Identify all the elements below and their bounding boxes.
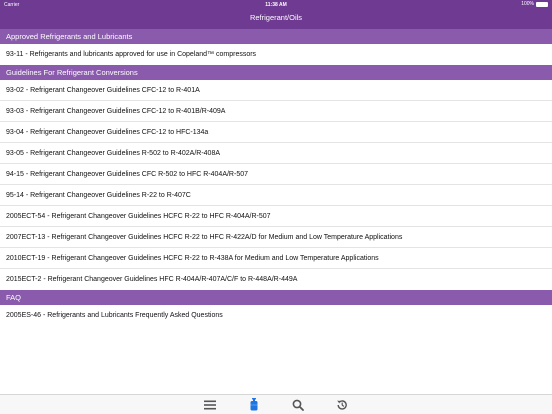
tab-search[interactable] <box>276 395 320 414</box>
list-item[interactable]: 93-11 - Refrigerants and lubricants appr… <box>0 44 552 65</box>
list-item[interactable]: 95-14 - Refrigerant Changeover Guideline… <box>0 185 552 206</box>
list-item[interactable]: 2005ECT-54 - Refrigerant Changeover Guid… <box>0 206 552 227</box>
navigation-bar: Carrier 11:38 AM 100% Refrigerant/Oils <box>0 0 552 29</box>
list-item[interactable]: 2015ECT-2 - Refrigerant Changeover Guide… <box>0 269 552 290</box>
battery-percent: 100% <box>521 1 534 7</box>
list-item[interactable]: 2005ES-46 - Refrigerants and Lubricants … <box>0 305 552 326</box>
list-item[interactable]: 93-02 - Refrigerant Changeover Guideline… <box>0 80 552 101</box>
list-item[interactable]: 93-05 - Refrigerant Changeover Guideline… <box>0 143 552 164</box>
tab-history[interactable] <box>320 395 364 414</box>
refrigerant-cylinder-icon <box>250 398 258 411</box>
tab-refrigerant[interactable] <box>232 395 276 414</box>
menu-icon <box>204 400 216 409</box>
list-item[interactable]: 2010ECT-19 - Refrigerant Changeover Guid… <box>0 248 552 269</box>
page-title: Refrigerant/Oils <box>249 13 303 22</box>
status-time: 11:38 AM <box>265 2 287 8</box>
section-header: FAQ <box>0 290 552 305</box>
status-bar: Carrier 11:38 AM 100% <box>0 0 552 9</box>
section-guidelines: Guidelines For Refrigerant Conversions 9… <box>0 65 552 290</box>
list-item[interactable]: 94-15 - Refrigerant Changeover Guideline… <box>0 164 552 185</box>
battery-icon <box>536 1 548 7</box>
list-item[interactable]: 93-04 - Refrigerant Changeover Guideline… <box>0 122 552 143</box>
section-faq: FAQ 2005ES-46 - Refrigerants and Lubrica… <box>0 290 552 326</box>
history-icon <box>337 399 347 410</box>
tab-menu[interactable] <box>188 395 232 414</box>
list-item[interactable]: 2007ECT-13 - Refrigerant Changeover Guid… <box>0 227 552 248</box>
section-approved: Approved Refrigerants and Lubricants 93-… <box>0 29 552 65</box>
document-list: Approved Refrigerants and Lubricants 93-… <box>0 29 552 326</box>
section-header: Guidelines For Refrigerant Conversions <box>0 65 552 80</box>
search-icon <box>292 399 304 411</box>
list-item[interactable]: 93-03 - Refrigerant Changeover Guideline… <box>0 101 552 122</box>
battery-status: 100% <box>521 1 548 7</box>
section-header: Approved Refrigerants and Lubricants <box>0 29 552 44</box>
tab-bar <box>0 394 552 414</box>
